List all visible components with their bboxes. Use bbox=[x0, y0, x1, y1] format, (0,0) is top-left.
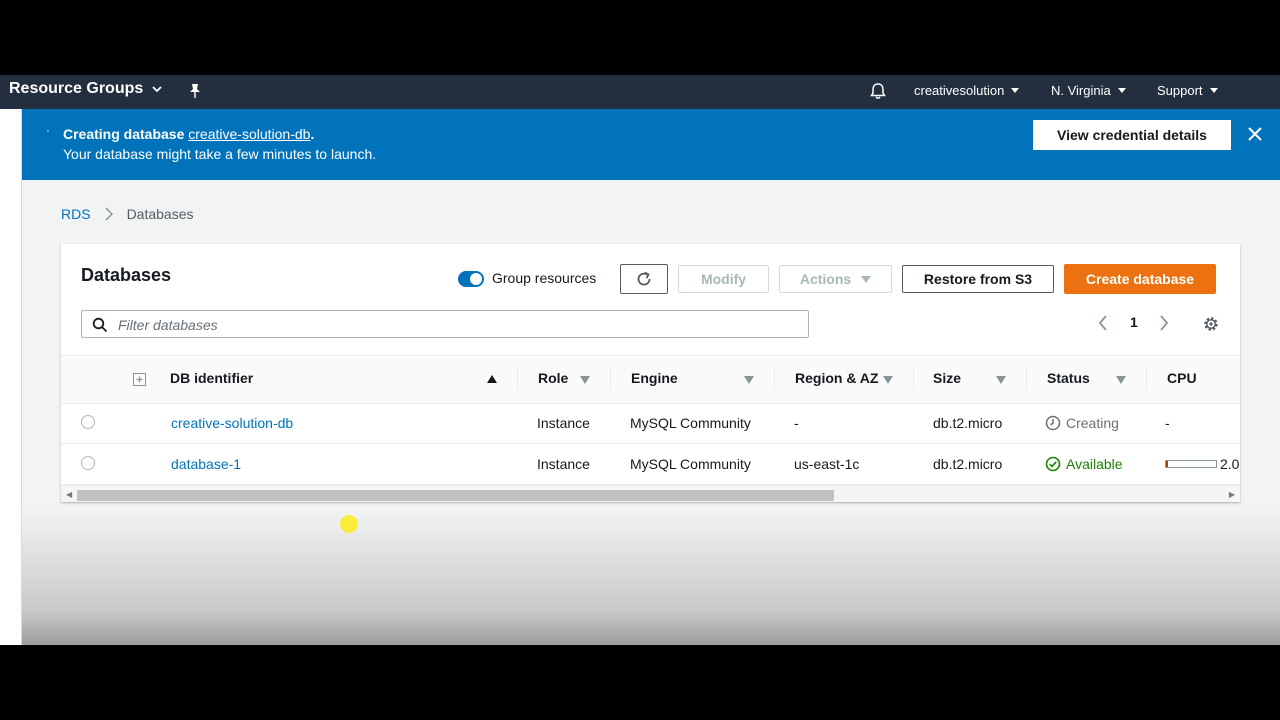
sort-ascending-icon[interactable] bbox=[487, 375, 497, 383]
size-cell: db.t2.micro bbox=[933, 415, 1003, 431]
filter-databases-field[interactable] bbox=[81, 310, 809, 338]
region-menu[interactable]: N. Virginia bbox=[1051, 83, 1126, 98]
support-menu[interactable]: Support bbox=[1157, 83, 1218, 98]
actions-button[interactable]: Actions bbox=[779, 265, 892, 293]
breadcrumb-databases: Databases bbox=[126, 206, 194, 222]
engine-cell: MySQL Community bbox=[630, 456, 751, 472]
size-cell: db.t2.micro bbox=[933, 456, 1003, 472]
cpu-usage-bar bbox=[1165, 460, 1217, 468]
db-identifier-link[interactable]: database-1 bbox=[171, 456, 241, 472]
databases-panel: Databases Group resources Modify Actions… bbox=[61, 244, 1240, 502]
flash-message: Your database might take a few minutes t… bbox=[63, 146, 377, 162]
restore-from-s3-button[interactable]: Restore from S3 bbox=[902, 265, 1054, 293]
column-region-az[interactable]: Region & AZ bbox=[795, 370, 878, 386]
column-role[interactable]: Role bbox=[538, 370, 568, 386]
sort-icon[interactable] bbox=[883, 376, 893, 384]
table-row[interactable]: database-1 Instance MySQL Community us-e… bbox=[61, 444, 1240, 485]
scroll-right-icon[interactable]: ▶ bbox=[1229, 490, 1235, 499]
resource-groups-menu[interactable]: Resource Groups bbox=[9, 80, 163, 98]
expand-icon[interactable] bbox=[133, 373, 146, 386]
top-navigation: Resource Groups creativesolution N. Virg… bbox=[0, 75, 1280, 109]
check-circle-icon bbox=[1045, 456, 1061, 472]
role-cell: Instance bbox=[537, 456, 590, 472]
pin-icon[interactable] bbox=[186, 82, 204, 100]
row-select-radio[interactable] bbox=[81, 456, 95, 470]
bell-icon[interactable] bbox=[868, 81, 888, 101]
column-size[interactable]: Size bbox=[933, 370, 961, 386]
side-navigation-collapsed[interactable] bbox=[0, 109, 22, 645]
page-number[interactable]: 1 bbox=[1130, 314, 1138, 330]
actions-label: Actions bbox=[799, 271, 852, 287]
column-status[interactable]: Status bbox=[1047, 370, 1090, 386]
sort-icon[interactable] bbox=[580, 376, 590, 384]
account-label: creativesolution bbox=[914, 83, 1005, 98]
chevron-left-icon[interactable] bbox=[1098, 315, 1108, 331]
region-caret-icon bbox=[1117, 88, 1126, 93]
group-resources-label: Group resources bbox=[492, 270, 597, 286]
refresh-button[interactable] bbox=[620, 264, 668, 294]
breadcrumb: RDS Databases bbox=[61, 206, 194, 222]
spinner-icon: ˈ bbox=[46, 128, 50, 142]
row-select-radio[interactable] bbox=[81, 415, 95, 429]
screen: Resource Groups creativesolution N. Virg… bbox=[0, 75, 1280, 645]
refresh-icon bbox=[637, 271, 651, 286]
status-cell: Creating bbox=[1045, 415, 1119, 431]
support-label: Support bbox=[1157, 83, 1203, 98]
panel-title: Databases bbox=[81, 265, 172, 285]
clock-icon bbox=[1045, 415, 1061, 431]
sort-icon[interactable] bbox=[996, 376, 1006, 384]
sort-icon[interactable] bbox=[1116, 376, 1126, 384]
sort-icon[interactable] bbox=[744, 376, 754, 384]
main-content: RDS Databases Databases Group resources … bbox=[22, 180, 1280, 645]
region-cell: us-east-1c bbox=[794, 456, 860, 472]
scrollbar-thumb[interactable] bbox=[77, 490, 834, 501]
table-header: DB identifier Role Engine Region & AZ Si… bbox=[61, 355, 1240, 404]
flash-title: Creating database creative-solution-db. bbox=[63, 126, 315, 142]
chevron-down-icon bbox=[152, 86, 162, 93]
chevron-right-icon[interactable] bbox=[1159, 315, 1169, 331]
mouse-pointer bbox=[340, 515, 358, 533]
account-menu[interactable]: creativesolution bbox=[914, 83, 1020, 98]
support-caret-icon bbox=[1209, 88, 1218, 93]
region-label: N. Virginia bbox=[1051, 83, 1111, 98]
filter-databases-input[interactable] bbox=[116, 314, 780, 336]
breadcrumb-rds[interactable]: RDS bbox=[61, 206, 91, 222]
role-cell: Instance bbox=[537, 415, 590, 431]
create-database-button[interactable]: Create database bbox=[1064, 264, 1216, 294]
search-icon bbox=[92, 317, 108, 333]
cpu-cell: - bbox=[1165, 415, 1170, 431]
actions-caret-icon bbox=[861, 275, 872, 283]
settings-icon[interactable] bbox=[1202, 315, 1220, 333]
flash-db-link[interactable]: creative-solution-db bbox=[188, 126, 310, 142]
region-cell: - bbox=[794, 415, 799, 431]
status-cell: Available bbox=[1045, 456, 1123, 472]
horizontal-scrollbar[interactable]: ◀ ▶ bbox=[61, 485, 1240, 502]
flash-banner: ˈ Creating database creative-solution-db… bbox=[22, 109, 1280, 180]
chevron-right-icon bbox=[105, 207, 113, 221]
account-caret-icon bbox=[1011, 88, 1020, 93]
resource-groups-label: Resource Groups bbox=[9, 80, 144, 97]
group-resources-toggle[interactable] bbox=[458, 271, 484, 287]
table-row[interactable]: creative-solution-db Instance MySQL Comm… bbox=[61, 403, 1240, 444]
engine-cell: MySQL Community bbox=[630, 415, 751, 431]
view-credential-details-button[interactable]: View credential details bbox=[1033, 120, 1231, 150]
db-identifier-link[interactable]: creative-solution-db bbox=[171, 415, 293, 431]
scroll-left-icon[interactable]: ◀ bbox=[66, 490, 72, 499]
column-db-identifier[interactable]: DB identifier bbox=[170, 370, 253, 386]
column-cpu[interactable]: CPU bbox=[1167, 370, 1197, 386]
column-engine[interactable]: Engine bbox=[631, 370, 678, 386]
cpu-cell: 2.0 bbox=[1220, 456, 1240, 472]
close-icon[interactable] bbox=[1245, 124, 1265, 144]
modify-button[interactable]: Modify bbox=[678, 265, 769, 293]
